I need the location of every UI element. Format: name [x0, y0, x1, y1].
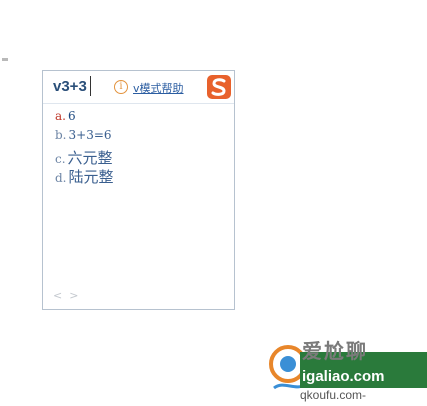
text-caret	[90, 76, 91, 96]
ime-candidate-panel: v3+3 i v模式帮助 a. 6 b. 3+3=6 c. 六元整 d. 陆元整…	[42, 70, 235, 310]
composition-input[interactable]: v3+3	[53, 78, 87, 95]
corner-mark	[2, 58, 8, 61]
candidate-item[interactable]: b. 3+3=6	[55, 128, 114, 147]
sogou-s-logo-icon[interactable]	[206, 74, 232, 100]
candidate-index: a.	[55, 109, 66, 123]
page-navigation: < >	[53, 289, 78, 302]
candidate-item[interactable]: a. 6	[55, 109, 114, 128]
candidate-index: c.	[55, 152, 66, 166]
candidate-value: 3+3=6	[68, 128, 112, 142]
info-icon[interactable]: i	[114, 80, 128, 94]
ime-composition-bar: v3+3 i v模式帮助	[43, 71, 234, 104]
candidate-value: 6	[67, 109, 76, 123]
candidate-list: a. 6 b. 3+3=6 c. 六元整 d. 陆元整	[55, 109, 114, 186]
candidate-item[interactable]: d. 陆元整	[55, 166, 114, 186]
candidate-value: 六元整	[67, 149, 113, 167]
prev-page-button[interactable]: <	[53, 289, 62, 302]
watermark-text: 爱尬聊	[302, 339, 368, 363]
candidate-value: 陆元整	[68, 168, 114, 186]
candidate-index: d.	[55, 171, 67, 185]
candidate-index: b.	[55, 128, 67, 142]
v-mode-help-link[interactable]: v模式帮助	[133, 80, 184, 96]
watermark-sub-url: qkoufu.com-	[300, 388, 367, 402]
watermark-url: igaliao.com	[302, 368, 385, 385]
next-page-button[interactable]: >	[69, 289, 78, 302]
candidate-item[interactable]: c. 六元整	[55, 147, 114, 167]
